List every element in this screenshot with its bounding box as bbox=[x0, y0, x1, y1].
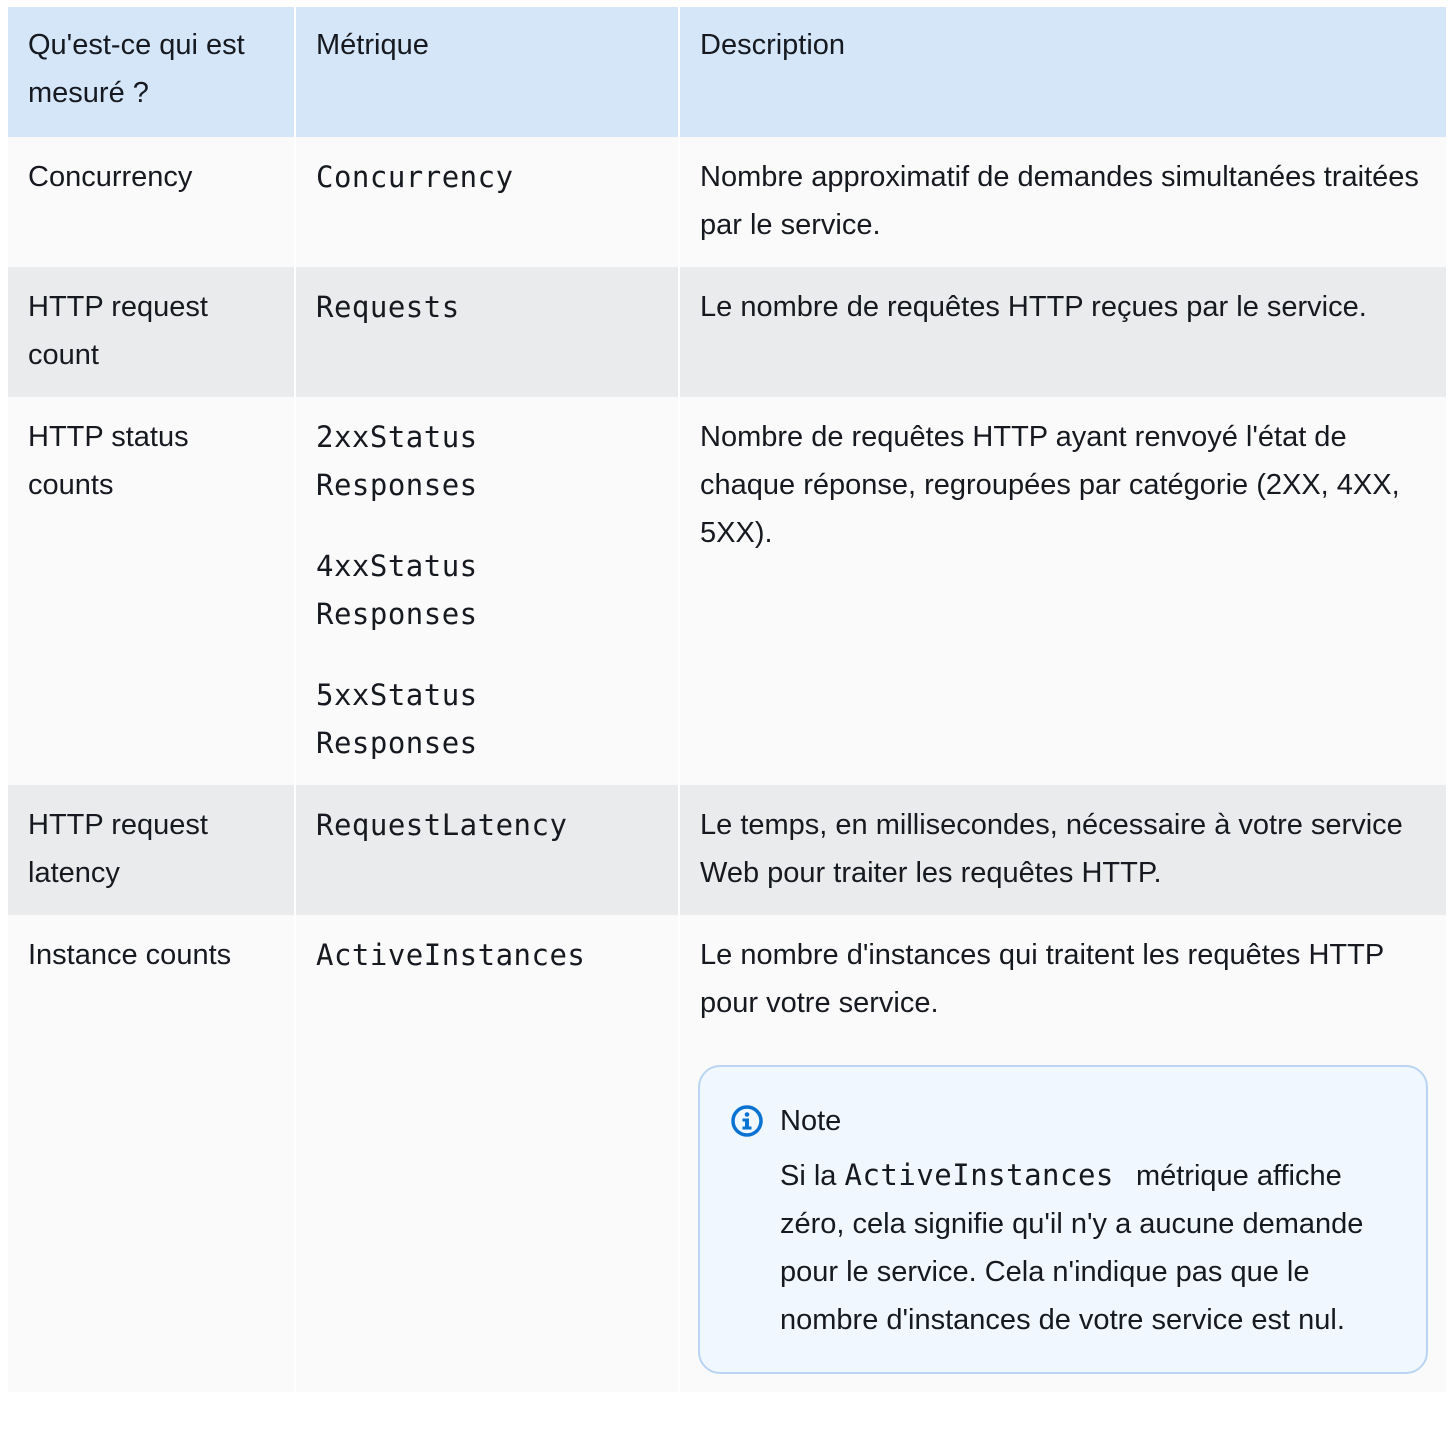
cell-measured: HTTP status counts bbox=[8, 397, 295, 785]
description-text: Le nombre d'instances qui traitent les r… bbox=[700, 939, 1384, 1019]
cell-metric: 2xxStatus Responses 4xxStatus Responses … bbox=[294, 397, 679, 785]
cell-description: Le temps, en millisecondes, nécessaire à… bbox=[678, 785, 1446, 915]
table-row: HTTP status counts 2xxStatus Responses 4… bbox=[8, 397, 1446, 785]
metric-code: 5xxStatus Responses bbox=[316, 678, 478, 760]
cell-metric: ActiveInstances bbox=[294, 915, 679, 1392]
header-description: Description bbox=[678, 7, 1446, 137]
cell-description: Nombre approximatif de demandes simultan… bbox=[678, 137, 1446, 267]
cell-metric: Requests bbox=[294, 267, 679, 397]
cell-measured: Instance counts bbox=[8, 915, 295, 1392]
metric-code: ActiveInstances bbox=[316, 938, 586, 972]
cell-measured: HTTP request latency bbox=[8, 785, 295, 915]
cell-measured: Concurrency bbox=[8, 137, 295, 267]
note-header: Note bbox=[730, 1097, 1396, 1145]
note-title: Note bbox=[780, 1105, 842, 1137]
cell-description: Le nombre de requêtes HTTP reçues par le… bbox=[678, 267, 1446, 397]
table-row: HTTP request count Requests Le nombre de… bbox=[8, 267, 1446, 397]
table-header-row: Qu'est-ce qui est mesuré ? Métrique Desc… bbox=[8, 7, 1446, 137]
note-code: ActiveInstances bbox=[844, 1158, 1114, 1192]
table-row: HTTP request latency RequestLatency Le t… bbox=[8, 785, 1446, 915]
note-callout: Note Si la ActiveInstances métrique affi… bbox=[698, 1065, 1428, 1374]
metrics-table: Qu'est-ce qui est mesuré ? Métrique Desc… bbox=[8, 7, 1446, 1392]
cell-description: Nombre de requêtes HTTP ayant renvoyé l'… bbox=[678, 397, 1446, 785]
metric-code: 4xxStatus Responses bbox=[316, 549, 478, 631]
cell-metric: RequestLatency bbox=[294, 785, 679, 915]
cell-measured: HTTP request count bbox=[8, 267, 295, 397]
cell-description: Le nombre d'instances qui traitent les r… bbox=[678, 915, 1446, 1392]
header-metric: Métrique bbox=[294, 7, 679, 137]
note-body: Si la ActiveInstances métrique affiche z… bbox=[780, 1151, 1396, 1344]
metrics-table-container: Qu'est-ce qui est mesuré ? Métrique Desc… bbox=[8, 7, 1446, 1430]
metric-code: RequestLatency bbox=[316, 808, 568, 842]
metric-code: Requests bbox=[316, 290, 460, 324]
metric-code-list: 2xxStatus Responses 4xxStatus Responses … bbox=[316, 413, 516, 767]
metric-code: 2xxStatus Responses bbox=[316, 420, 478, 502]
info-icon bbox=[730, 1104, 764, 1138]
header-measured: Qu'est-ce qui est mesuré ? bbox=[8, 7, 295, 137]
table-row: Concurrency Concurrency Nombre approxima… bbox=[8, 137, 1446, 267]
cell-metric: Concurrency bbox=[294, 137, 679, 267]
metric-code: Concurrency bbox=[316, 160, 514, 194]
note-text-before: Si la bbox=[780, 1160, 837, 1192]
table-row: Instance counts ActiveInstances Le nombr… bbox=[8, 915, 1446, 1392]
